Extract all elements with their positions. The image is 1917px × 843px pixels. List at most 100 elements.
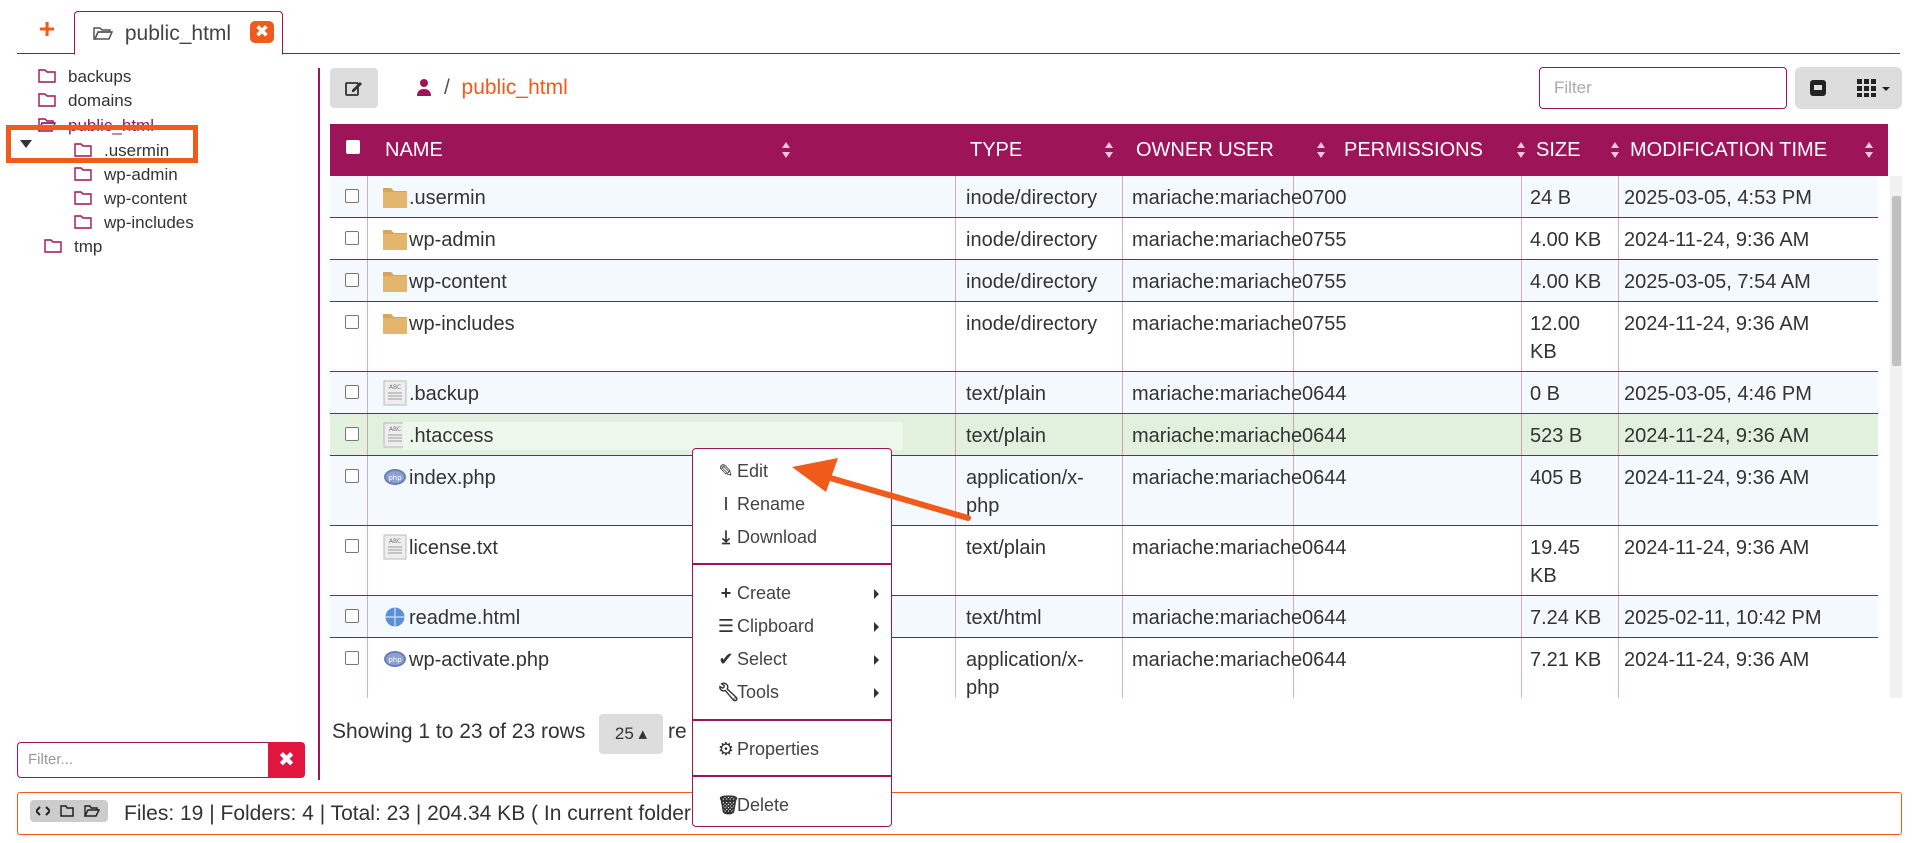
file-name[interactable]: wp-includes (409, 310, 515, 338)
scroll-thumb[interactable] (1892, 196, 1901, 366)
table-row[interactable]: wp-content inode/directory mariache:mariac… (330, 260, 1878, 302)
table-row[interactable]: wp-includes inode/directory mariache:maria… (330, 302, 1878, 372)
chevron-down-icon[interactable] (20, 140, 32, 148)
folder-icon (74, 191, 92, 205)
file-permissions: 0755 (1302, 271, 1347, 293)
column-divider (1618, 526, 1619, 595)
breadcrumb-current[interactable]: public_html (462, 76, 568, 99)
row-checkbox[interactable] (345, 469, 359, 483)
table-row[interactable]: ABC .backup text/plain mariache:mariache 064… (330, 372, 1878, 414)
tree-filter-clear-button[interactable]: ✖ (268, 742, 305, 778)
tree-item-label: tmp (74, 237, 103, 256)
column-label: PERMISSIONS (1344, 139, 1483, 161)
tree-item-wp-content[interactable]: wp-content (74, 186, 187, 212)
file-size: 12.00 KB (1530, 313, 1581, 363)
file-name[interactable]: index.php (409, 464, 496, 492)
menu-item-edit[interactable]: ✎ Edit (717, 459, 768, 483)
row-checkbox[interactable] (345, 385, 359, 399)
menu-item-select[interactable]: ✔ Select (717, 647, 787, 671)
column-divider (1122, 638, 1123, 698)
table-row[interactable]: wp-admin inode/directory mariache:mariache… (330, 218, 1878, 260)
menu-item-tools[interactable]: 🔧︎Tools (717, 680, 779, 704)
pane-divider[interactable] (318, 68, 320, 780)
file-owner: mariache:mariache (1132, 187, 1303, 209)
file-size: 7.21 KB (1530, 649, 1602, 671)
html-file-icon (382, 604, 408, 630)
file-mtime: 2024-11-24, 9:36 AM (1624, 425, 1810, 447)
tree-item-domains[interactable]: domains (38, 88, 132, 114)
folder-icon[interactable] (60, 805, 74, 817)
file-name[interactable]: .backup (409, 380, 479, 408)
file-size: 523 B (1530, 425, 1583, 447)
row-checkbox[interactable] (345, 539, 359, 553)
menu-item-clipboard[interactable]: ☰ Clipboard (717, 614, 814, 638)
code-icon[interactable] (36, 805, 50, 817)
column-divider (367, 414, 368, 455)
file-mtime: 2025-03-05, 4:53 PM (1624, 187, 1812, 209)
menu-item-properties[interactable]: ⚙ Properties (717, 737, 819, 761)
row-checkbox[interactable] (345, 609, 359, 623)
tree-item-wp-includes[interactable]: wp-includes (74, 210, 194, 236)
tree-filter-input[interactable]: Filter... (17, 742, 268, 778)
column-name[interactable]: NAME (385, 124, 797, 176)
file-type: text/plain (966, 425, 1047, 447)
file-owner: mariache:mariache (1132, 313, 1303, 335)
tree-item-backups[interactable]: backups (38, 64, 131, 90)
file-mtime: 2024-11-24, 9:36 AM (1624, 649, 1810, 671)
table-row[interactable]: php index.php application/x-php mariache:ma… (330, 456, 1878, 526)
file-name[interactable]: wp-activate.php (409, 646, 549, 674)
table-row[interactable]: php wp-activate.php application/x-php maria… (330, 638, 1878, 698)
tree-item-wp-admin[interactable]: wp-admin (74, 162, 178, 188)
row-checkbox[interactable] (345, 273, 359, 287)
tab-label: public_html (124, 22, 232, 45)
menu-item-create[interactable]: + Create (717, 581, 791, 605)
table-row[interactable]: ABC license.txt text/plain mariache:mariach… (330, 526, 1878, 596)
table-row[interactable]: ABC .htaccess text/plain mariache:mariache 0… (330, 414, 1878, 456)
file-name[interactable]: .usermin (409, 184, 486, 212)
add-tab-button[interactable]: + (32, 14, 62, 44)
row-checkbox[interactable] (345, 315, 359, 329)
file-name[interactable]: license.txt (409, 534, 498, 562)
status-buttons[interactable] (30, 800, 108, 822)
page-size-select[interactable]: 25 ▴ (599, 714, 663, 754)
column-permissions[interactable]: PERMISSIONS (1344, 124, 1532, 176)
tab-close-button[interactable]: ✖ (250, 21, 274, 43)
file-name[interactable]: readme.html (409, 604, 520, 632)
file-type: text/plain (966, 537, 1047, 559)
column-modification-time[interactable]: MODIFICATION TIME (1630, 124, 1880, 176)
row-checkbox[interactable] (345, 651, 359, 665)
row-checkbox[interactable] (345, 427, 359, 441)
column-type[interactable]: TYPE (970, 124, 1120, 176)
selection-highlight (6, 125, 198, 163)
folder-open-icon[interactable] (84, 805, 100, 817)
tab-public-html[interactable]: public_html ✖ (74, 11, 283, 55)
row-checkbox[interactable] (345, 189, 359, 203)
table-row[interactable]: readme.html text/html mariache:mariache 064… (330, 596, 1878, 638)
column-owner-user[interactable]: OWNER USER (1136, 124, 1332, 176)
menu-item-delete[interactable]: 🗑︎Delete (717, 793, 789, 817)
tree-item-tmp[interactable]: tmp (44, 234, 102, 260)
menu-item-download[interactable]: ⤓ Download (717, 525, 817, 549)
table-scrollbar[interactable] (1890, 176, 1902, 698)
row-checkbox[interactable] (345, 231, 359, 245)
column-divider (955, 456, 956, 525)
file-name[interactable]: wp-admin (409, 226, 496, 254)
column-label: TYPE (970, 139, 1023, 161)
column-size[interactable]: SIZE (1536, 124, 1626, 176)
column-divider (1618, 414, 1619, 455)
submenu-arrow-icon (874, 655, 879, 665)
grid-view-icon[interactable] (1857, 79, 1891, 97)
pager-tail-text: re (668, 720, 687, 743)
file-mtime: 2024-11-24, 9:36 AM (1624, 467, 1810, 489)
edit-button[interactable] (330, 68, 378, 108)
table-row[interactable]: .usermin inode/directory mariache:mariache… (330, 176, 1878, 218)
select-all-checkbox[interactable] (346, 140, 360, 154)
toggle-panel-icon[interactable] (1809, 79, 1827, 97)
file-name[interactable]: wp-content (409, 268, 507, 296)
file-name[interactable]: .htaccess (403, 422, 903, 450)
menu-label: Select (737, 649, 788, 669)
menu-item-rename[interactable]: I Rename (717, 492, 805, 516)
file-type: inode/directory (966, 313, 1098, 335)
filter-input[interactable]: Filter (1539, 67, 1787, 109)
submenu-arrow-icon (874, 688, 879, 698)
